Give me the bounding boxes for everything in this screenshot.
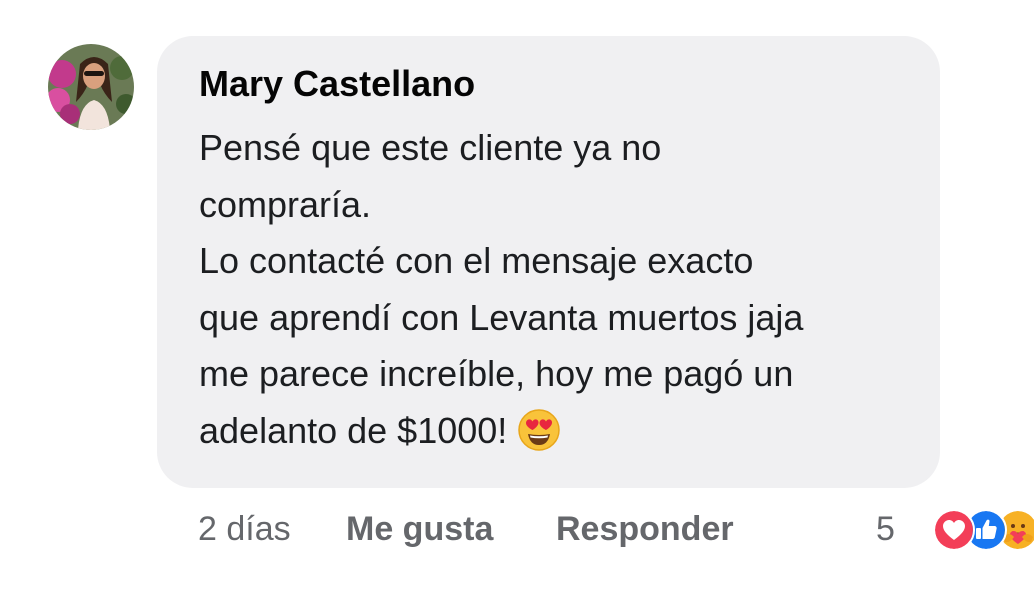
reaction-count: 5 [876,510,895,548]
comment-timestamp[interactable]: 2 días [198,506,291,552]
reply-button[interactable]: Responder [556,506,734,552]
comment-line: compraría. [199,183,372,225]
profile-photo [48,44,134,130]
comment-line: adelanto de $1000! [199,409,508,451]
reaction-summary[interactable]: 5 [876,506,1034,552]
comment-line: me parece increíble, hoy me pagó un [199,353,794,394]
comment-bubble: Mary Castellano Pensé que este cliente y… [157,36,940,488]
comment-line-last: adelanto de $1000! [199,403,803,460]
avatar[interactable] [48,44,134,130]
comment-line: Lo contacté con el mensaje exacto [199,240,754,281]
comment-text: Pensé que este cliente ya no compraría. … [199,120,803,459]
like-button[interactable]: Me gusta [346,506,493,552]
smiling-face-with-heart-eyes-icon [518,408,561,451]
comment-line: que aprendí con Levanta muertos jaja [199,296,804,338]
reaction-icons [901,509,1034,551]
comment-line: Pensé que este cliente ya no [199,127,662,168]
love-reaction-icon [932,509,975,551]
comment-author[interactable]: Mary Castellano [199,62,475,106]
